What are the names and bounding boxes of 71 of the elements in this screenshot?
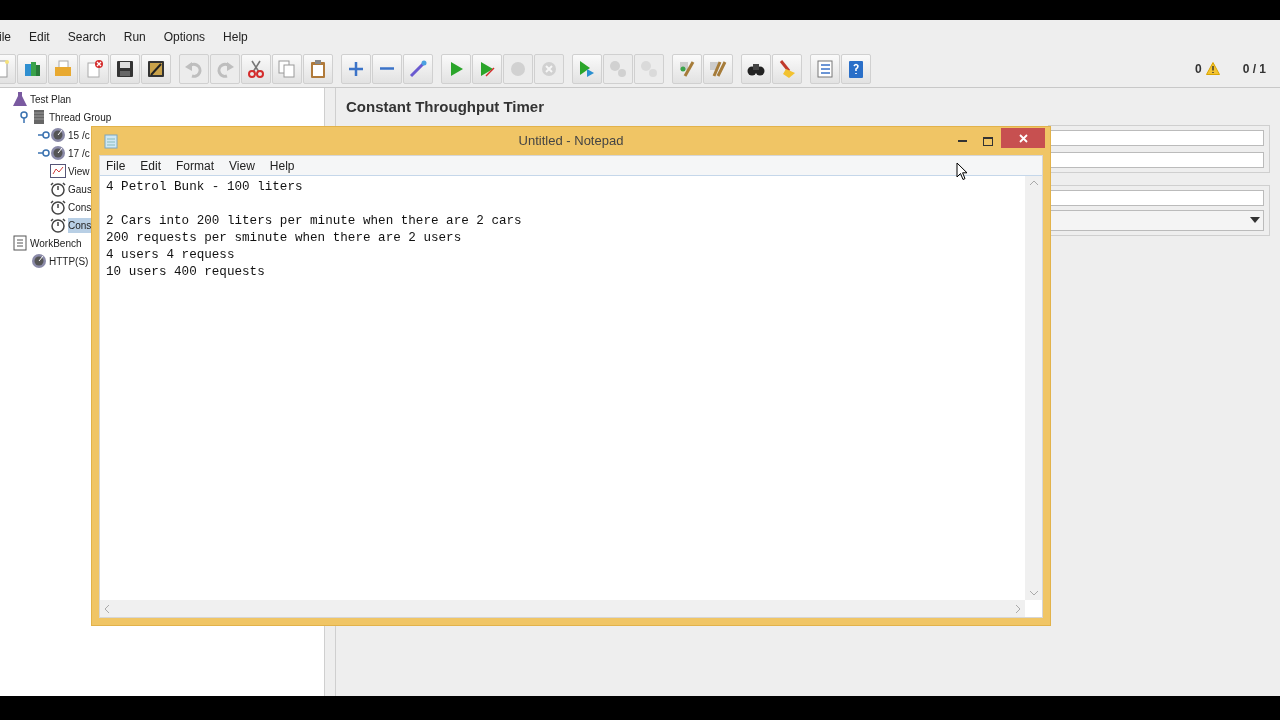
warning-count: 0: [1194, 60, 1202, 78]
tree-item[interactable]: Thread Group: [49, 109, 112, 125]
gauge-icon: [50, 145, 66, 161]
tree-item[interactable]: HTTP(S): [49, 253, 89, 269]
stop-icon: [608, 58, 628, 79]
vertical-scrollbar[interactable]: [1025, 176, 1042, 600]
text-area[interactable]: 4 Petrol Bunk - 100 liters 2 Cars into 200 liters per minute when there are 2 cars 200 requests per sminute when there are 2 users 4 users 4 requess 10 users 400 requests: [106, 179, 522, 281]
spool-icon: [31, 109, 47, 125]
minimize-icon: [957, 140, 967, 142]
tree-handle[interactable]: [38, 130, 50, 140]
combo-box[interactable]: [1050, 209, 1264, 231]
menu-item[interactable]: Run: [122, 28, 147, 46]
menu-item[interactable]: ile: [0, 28, 12, 46]
gauge-icon: [50, 127, 66, 143]
menu-item[interactable]: Format: [176, 156, 215, 175]
clipboard-icon: [12, 235, 28, 251]
toolbar-button[interactable]: [741, 53, 771, 84]
chart-window-icon: [50, 164, 66, 178]
tree-item[interactable]: View: [68, 163, 90, 179]
menu-item[interactable]: Edit: [140, 156, 162, 175]
notepad-icon: [104, 133, 118, 149]
document-icon: [84, 58, 104, 79]
toolbar-button[interactable]: [110, 53, 140, 84]
scroll-down-icon[interactable]: [1029, 591, 1038, 596]
input-field[interactable]: [1050, 189, 1264, 206]
tree-item[interactable]: Gaus: [68, 181, 92, 197]
menu-item[interactable]: Options: [162, 28, 207, 46]
menu-item[interactable]: Help: [222, 28, 249, 46]
toolbar-button[interactable]: [141, 53, 171, 84]
window-title: Untitled - Notepad: [518, 132, 624, 151]
menu-item[interactable]: Help: [269, 156, 295, 175]
close-icon: [1018, 133, 1028, 143]
stopwatch-icon: [50, 199, 66, 215]
stopwatch-icon: [50, 217, 66, 233]
tree-handle[interactable]: [19, 111, 29, 123]
close-button[interactable]: [1001, 128, 1045, 148]
copy-icon: [277, 58, 297, 79]
tree-item[interactable]: Cons: [68, 199, 92, 215]
menu-item[interactable]: Search: [66, 28, 107, 46]
menu-item[interactable]: View: [229, 156, 255, 175]
thread-count: 0 / 1: [1242, 60, 1266, 78]
gauge-icon: [31, 253, 47, 269]
list-icon: [815, 58, 835, 79]
input-field[interactable]: [1050, 129, 1264, 146]
horizontal-scrollbar[interactable]: [100, 600, 1025, 617]
tree-item[interactable]: Test Plan: [30, 91, 72, 107]
pencil-icon: [146, 58, 166, 79]
tree-item[interactable]: 17 /c: [68, 145, 90, 161]
menu-item[interactable]: File: [106, 156, 126, 175]
tree-item[interactable]: 15 /c: [68, 127, 90, 143]
warning-icon: [1205, 62, 1220, 75]
wand-icon: [408, 58, 428, 79]
tree-item[interactable]: WorkBench: [30, 235, 82, 251]
scroll-up-icon[interactable]: [1029, 180, 1038, 185]
broom-icon: [777, 58, 797, 79]
scroll-left-icon[interactable]: [104, 604, 109, 613]
help-book-icon: [846, 58, 866, 79]
minus-icon: [380, 67, 394, 70]
tree-item[interactable]: Cons: [68, 217, 92, 233]
scissors-icon: [246, 58, 266, 79]
folder-icon: [53, 58, 73, 79]
caret-icon: [1250, 217, 1260, 223]
maximize-icon: [983, 136, 993, 146]
input-field[interactable]: [1050, 151, 1264, 168]
stopwatch-icon: [50, 181, 66, 197]
menu-item[interactable]: Edit: [28, 28, 51, 46]
panel-title: Constant Throughput Timer: [346, 97, 546, 117]
tree-handle[interactable]: [38, 148, 50, 158]
flask-icon: [12, 91, 28, 107]
scroll-right-icon[interactable]: [1016, 604, 1021, 613]
clipboard-icon: [308, 58, 328, 79]
